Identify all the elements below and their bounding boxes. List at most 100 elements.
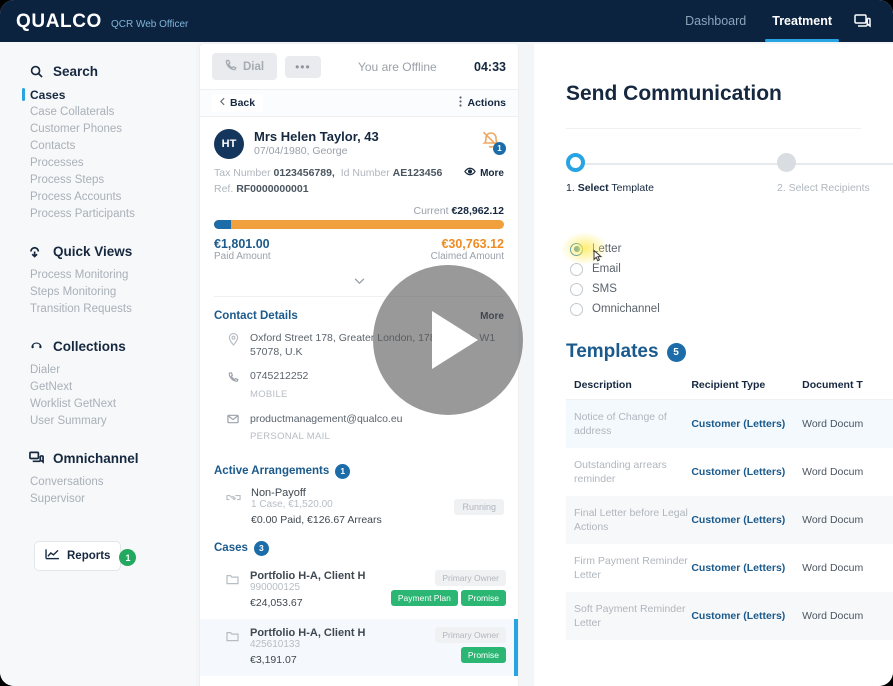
stepper-step-1-label: 1. Select Template bbox=[566, 181, 658, 195]
column-header-description[interactable]: Description bbox=[566, 379, 691, 391]
stepper-step-select-template[interactable]: 1. Select Template bbox=[566, 153, 658, 195]
table-row[interactable]: Outstanding arrears reminder Customer (L… bbox=[566, 448, 893, 496]
case-owner-badge: Primary Owner bbox=[435, 627, 506, 643]
radio-letter-control[interactable] bbox=[570, 243, 583, 256]
templates-count-badge: 5 bbox=[667, 343, 686, 362]
alarm-off-indicator[interactable]: 1 bbox=[480, 129, 504, 153]
table-row[interactable]: Portfolio H-A, Client H 990000125 €24,05… bbox=[200, 562, 518, 619]
sidebar-item-processes[interactable]: Processes bbox=[0, 154, 196, 171]
eye-icon bbox=[464, 167, 476, 179]
back-button[interactable]: Back bbox=[212, 94, 263, 112]
sidebar-group-search-header: Search bbox=[0, 60, 196, 82]
sidebar-group-omnichannel: Omnichannel Conversations Supervisor bbox=[0, 447, 196, 507]
customer-birth-location: 07/04/1980, George bbox=[254, 145, 379, 157]
chevron-down-icon[interactable] bbox=[348, 272, 370, 290]
sidebar-item-conversations[interactable]: Conversations bbox=[0, 473, 196, 490]
template-recipient-type: Customer (Letters) bbox=[691, 465, 802, 479]
sidebar-group-quick-views-header: Quick Views bbox=[0, 240, 196, 262]
reports-badge: 1 bbox=[119, 549, 136, 566]
template-document-type: Word Docum bbox=[802, 561, 893, 575]
sidebar-item-supervisor[interactable]: Supervisor bbox=[0, 490, 196, 507]
template-document-type: Word Docum bbox=[802, 465, 893, 479]
case-tag-payment-plan: Payment Plan bbox=[391, 590, 458, 606]
claimed-amount-value: €30,763.12 bbox=[431, 237, 504, 251]
reports-button[interactable]: Reports 1 bbox=[34, 541, 121, 571]
current-balance-line: Current €28,962.12 bbox=[200, 195, 518, 220]
channel-radio-group: Letter Email SMS Omnichannel bbox=[534, 215, 893, 319]
location-pin-icon bbox=[226, 331, 240, 359]
template-recipient-type: Customer (Letters) bbox=[691, 609, 802, 623]
back-button-label: Back bbox=[230, 97, 255, 109]
paid-amount-label: Paid Amount bbox=[214, 251, 271, 262]
radio-email-control[interactable] bbox=[570, 263, 583, 276]
template-description: Outstanding arrears reminder bbox=[566, 458, 691, 486]
table-row[interactable]: Firm Payment Reminder Letter Customer (L… bbox=[566, 544, 893, 592]
play-button-overlay[interactable] bbox=[373, 265, 523, 415]
sidebar-item-getnext[interactable]: GetNext bbox=[0, 378, 196, 395]
app-subtitle: QCR Web Officer bbox=[111, 20, 188, 31]
radio-letter[interactable]: Letter bbox=[570, 239, 893, 259]
sidebar-item-cases[interactable]: Cases bbox=[0, 86, 196, 103]
radio-omnichannel[interactable]: Omnichannel bbox=[570, 299, 893, 319]
table-row[interactable]: Notice of Change of address Customer (Le… bbox=[566, 400, 893, 448]
sidebar-item-contacts[interactable]: Contacts bbox=[0, 137, 196, 154]
ref-value: RF0000000001 bbox=[236, 183, 308, 195]
customer-identifiers: Tax Number 0123456789, Id Number AE12345… bbox=[200, 159, 518, 179]
table-row[interactable]: Portfolio H-A, Client H 425610133 €3,191… bbox=[200, 619, 518, 676]
template-description: Soft Payment Reminder Letter bbox=[566, 602, 691, 630]
paid-amount-block: €1,801.00 Paid Amount bbox=[214, 237, 271, 262]
app-root: QUALCO QCR Web Officer Dashboard Treatme… bbox=[0, 0, 893, 686]
templates-title: Templates bbox=[566, 341, 659, 363]
radio-email[interactable]: Email bbox=[570, 259, 893, 279]
sidebar-item-user-summary[interactable]: User Summary bbox=[0, 412, 196, 429]
template-recipient-type: Customer (Letters) bbox=[691, 513, 802, 527]
folder-icon bbox=[226, 627, 241, 647]
radio-omnichannel-control[interactable] bbox=[570, 303, 583, 316]
column-header-document-type[interactable]: Document T bbox=[802, 379, 893, 391]
customer-more-button[interactable]: More bbox=[464, 167, 504, 179]
arrangement-item[interactable]: Non-Payoff 1 Case, €1,520.00 €0.00 Paid,… bbox=[200, 485, 518, 528]
sidebar-item-transition-requests[interactable]: Transition Requests bbox=[0, 300, 196, 317]
navigation-bar: Back Actions bbox=[200, 90, 518, 117]
template-recipient-type: Customer (Letters) bbox=[691, 417, 802, 431]
id-number-label: Id Number bbox=[341, 167, 390, 179]
dialer-toolbar: Dial ••• You are Offline 04:33 bbox=[200, 44, 518, 90]
sidebar-item-process-monitoring[interactable]: Process Monitoring bbox=[0, 266, 196, 283]
arrangement-title: Non-Payoff bbox=[251, 487, 382, 499]
sidebar-group-collections-title: Collections bbox=[53, 339, 126, 354]
sidebar-item-process-steps[interactable]: Process Steps bbox=[0, 171, 196, 188]
chat-bubbles-icon[interactable] bbox=[845, 0, 879, 42]
sidebar-item-worklist-getnext[interactable]: Worklist GetNext bbox=[0, 395, 196, 412]
send-communication-panel: Send Communication 1. Select Template 2.… bbox=[534, 44, 893, 686]
contact-email-type: PERSONAL MAIL bbox=[250, 431, 330, 442]
nav-tab-treatment[interactable]: Treatment bbox=[759, 0, 845, 42]
sidebar-item-dialer[interactable]: Dialer bbox=[0, 361, 196, 378]
sidebar-item-process-participants[interactable]: Process Participants bbox=[0, 205, 196, 222]
customer-more-label: More bbox=[480, 168, 504, 179]
sidebar-item-case-collaterals[interactable]: Case Collaterals bbox=[0, 103, 196, 120]
sidebar-item-customer-phones[interactable]: Customer Phones bbox=[0, 120, 196, 137]
sidebar-item-process-accounts[interactable]: Process Accounts bbox=[0, 188, 196, 205]
radio-email-label: Email bbox=[592, 263, 621, 275]
omnichannel-icon bbox=[28, 450, 44, 466]
radio-sms[interactable]: SMS bbox=[570, 279, 893, 299]
case-title: Portfolio H-A, Client H bbox=[250, 570, 366, 582]
sidebar-item-steps-monitoring[interactable]: Steps Monitoring bbox=[0, 283, 196, 300]
nav-tab-dashboard[interactable]: Dashboard bbox=[672, 0, 759, 42]
table-row[interactable]: Soft Payment Reminder Letter Customer (L… bbox=[566, 592, 893, 640]
more-options-button[interactable]: ••• bbox=[285, 56, 321, 78]
case-title: Portfolio H-A, Client H bbox=[250, 627, 366, 639]
kebab-menu-icon bbox=[459, 96, 462, 110]
claimed-amount-block: €30,763.12 Claimed Amount bbox=[431, 237, 504, 262]
column-header-recipient-type[interactable]: Recipient Type bbox=[691, 379, 802, 391]
folder-icon bbox=[226, 570, 241, 590]
stepper-step-select-recipients[interactable]: 2. Select Recipients bbox=[777, 153, 893, 195]
sidebar-group-search-title: Search bbox=[53, 64, 98, 79]
radio-sms-control[interactable] bbox=[570, 283, 583, 296]
actions-button[interactable]: Actions bbox=[459, 96, 506, 110]
sidebar-group-collections: Collections Dialer GetNext Worklist GetN… bbox=[0, 335, 196, 429]
dial-button[interactable]: Dial bbox=[212, 53, 277, 80]
reports-label: Reports bbox=[67, 550, 110, 562]
table-row[interactable]: Final Letter before Legal Actions Custom… bbox=[566, 496, 893, 544]
tax-number-label: Tax Number bbox=[214, 167, 271, 179]
